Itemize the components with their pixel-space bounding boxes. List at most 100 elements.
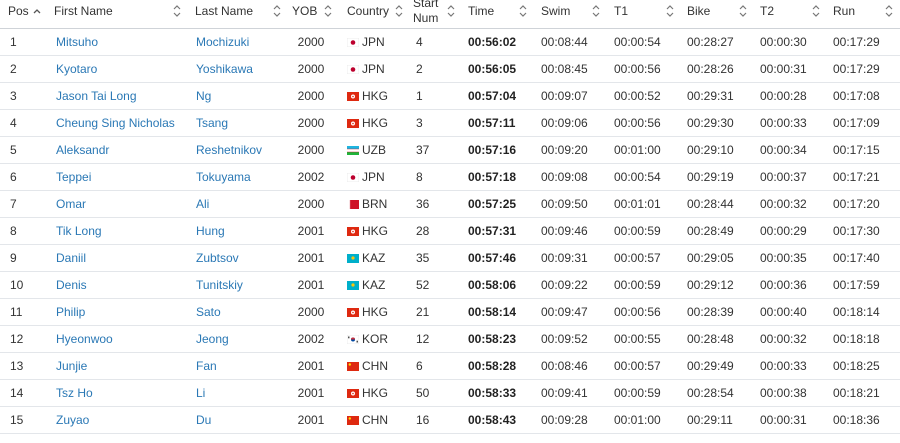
last-name-link[interactable]: Fan [196,359,217,373]
cell-first: Jason Tai Long [47,82,187,110]
first-name-link[interactable]: Kyotaro [56,62,97,76]
sort-icon[interactable] [446,4,456,18]
last-name-link[interactable]: Yoshikawa [196,62,253,76]
first-name-link[interactable]: Aleksandr [56,143,109,157]
sort-icon[interactable] [884,4,894,18]
sort-icon[interactable] [518,4,528,18]
column-header-pos[interactable]: Pos [0,0,47,29]
first-name-link[interactable]: Philip [56,305,85,319]
first-name-link[interactable]: Zuyao [56,413,89,427]
country-cell: JPN [362,170,385,184]
table-row[interactable]: 11 Philip Sato 2000 HKG 21 00:58:14 00:09:47 00:… [0,298,900,326]
column-header-first-name[interactable]: First Name [47,0,187,29]
run-time-cell: 00:18:18 [833,332,880,346]
cell-bike: 00:28:27 [678,28,751,56]
sort-icon[interactable] [394,4,404,18]
sort-asc-icon[interactable] [32,4,42,18]
last-name-link[interactable]: Jeong [196,332,229,346]
sort-icon[interactable] [811,4,821,18]
table-row[interactable]: 2 Kyotaro Yoshikawa 2000 JPN 2 00:56:05 00:08:4… [0,55,900,83]
table-row[interactable]: 1 Mitsuho Mochizuki 2000 JPN 4 00:56:02 00:08:4… [0,28,900,56]
sort-icon[interactable] [323,4,333,18]
first-name-link[interactable]: Daniil [56,251,86,265]
sort-icon[interactable] [665,4,675,18]
sort-icon[interactable] [172,4,182,18]
cell-bike: 00:28:49 [678,217,751,245]
last-name-link[interactable]: Ng [196,89,211,103]
run-time-cell: 00:18:25 [833,359,880,373]
first-name-link[interactable]: Jason Tai Long [56,89,137,103]
cell-t1: 00:00:56 [605,55,678,83]
swim-time-cell: 00:09:31 [541,251,588,265]
cell-last: Li [187,379,285,407]
cell-start: 16 [407,406,459,434]
table-row[interactable]: 4 Cheung Sing Nicholas Tsang 2000 HKG 3 00:57:… [0,109,900,137]
country-flag-icon [347,198,359,209]
cell-start: 8 [407,163,459,191]
run-time-cell: 00:17:09 [833,116,880,130]
last-name-link[interactable]: Hung [196,224,225,238]
first-name-link[interactable]: Junjie [56,359,87,373]
column-header-run[interactable]: Run [824,0,900,29]
sort-icon[interactable] [272,4,282,18]
table-row[interactable]: 5 Aleksandr Reshetnikov 2000 UZB 37 00:57:16 00… [0,136,900,164]
start-num-cell: 4 [416,35,423,49]
cell-yob: 2000 [285,82,337,110]
last-name-link[interactable]: Li [196,386,205,400]
last-name-link[interactable]: Du [196,413,211,427]
column-header-start-num[interactable]: Start Num [407,0,459,29]
first-name-link[interactable]: Omar [56,197,86,211]
cell-country: HKG [337,298,407,326]
column-header-time[interactable]: Time [459,0,532,29]
table-row[interactable]: 8 Tik Long Hung 2001 HKG 28 00:57:31 00:09:46 00… [0,217,900,245]
first-name-link[interactable]: Mitsuho [56,35,98,49]
cell-pos: 6 [0,163,47,191]
country-cell: BRN [362,197,388,211]
first-name-link[interactable]: Hyeonwoo [56,332,113,346]
cell-t2: 00:00:32 [751,325,824,353]
column-header-t1[interactable]: T1 [605,0,678,29]
country-cell: HKG [362,89,389,103]
run-time-cell: 00:17:30 [833,224,880,238]
last-name-link[interactable]: Ali [196,197,209,211]
table-row[interactable]: 3 Jason Tai Long Ng 2000 HKG 1 00:57:04 00:09:0… [0,82,900,110]
sort-icon[interactable] [591,4,601,18]
last-name-link[interactable]: Tunitskiy [196,278,243,292]
column-header-t2[interactable]: T2 [751,0,824,29]
column-header-bike[interactable]: Bike [678,0,751,29]
last-name-link[interactable]: Tokuyama [196,170,251,184]
first-name-link[interactable]: Tsz Ho [56,386,93,400]
last-name-link[interactable]: Mochizuki [196,35,249,49]
sort-icon[interactable] [738,4,748,18]
cell-run: 00:17:08 [824,82,900,110]
table-row[interactable]: 12 Hyeonwoo Jeong 2002 KOR 12 00:58:23 00:09:52… [0,325,900,353]
first-name-link[interactable]: Teppei [56,170,91,184]
table-row[interactable]: 14 Tsz Ho Li 2001 HKG 50 00:58:33 00:09:41 00:00… [0,379,900,407]
column-header-swim[interactable]: Swim [532,0,605,29]
table-row[interactable]: 10 Denis Tunitskiy 2001 KAZ 52 00:58:06 00:09:2… [0,271,900,299]
table-row[interactable]: 15 Zuyao Du 2001 CHN 16 00:58:43 00:09:28 00:01:… [0,406,900,434]
swim-time-cell: 00:09:22 [541,278,588,292]
first-name-link[interactable]: Tik Long [56,224,102,238]
last-name-link[interactable]: Tsang [196,116,228,130]
column-header-last-name[interactable]: Last Name [187,0,285,29]
table-row[interactable]: 7 Omar Ali 2000 BRN 36 00:57:25 00:09:50 00:01:0… [0,190,900,218]
last-name-link[interactable]: Zubtsov [196,251,239,265]
column-header-country[interactable]: Country [337,0,407,29]
last-name-link[interactable]: Reshetnikov [196,143,262,157]
column-header-yob[interactable]: YOB [285,0,337,29]
bike-time-cell: 00:28:54 [687,386,734,400]
table-row[interactable]: 13 Junjie Fan 2001 CHN 6 00:58:28 00:08:46 00:00… [0,352,900,380]
cell-start: 50 [407,379,459,407]
first-name-link[interactable]: Denis [56,278,87,292]
cell-swim: 00:09:07 [532,82,605,110]
cell-swim: 00:09:22 [532,271,605,299]
table-row[interactable]: 6 Teppei Tokuyama 2002 JPN 8 00:57:18 00:09:08 0… [0,163,900,191]
cell-yob: 2000 [285,136,337,164]
t1-time-cell: 00:00:55 [614,332,661,346]
last-name-link[interactable]: Sato [196,305,221,319]
country-flag-icon [347,144,359,155]
country-cell: KAZ [362,278,386,292]
table-row[interactable]: 9 Daniil Zubtsov 2001 KAZ 35 00:57:46 00:09:31 0… [0,244,900,272]
first-name-link[interactable]: Cheung Sing Nicholas [56,116,175,130]
